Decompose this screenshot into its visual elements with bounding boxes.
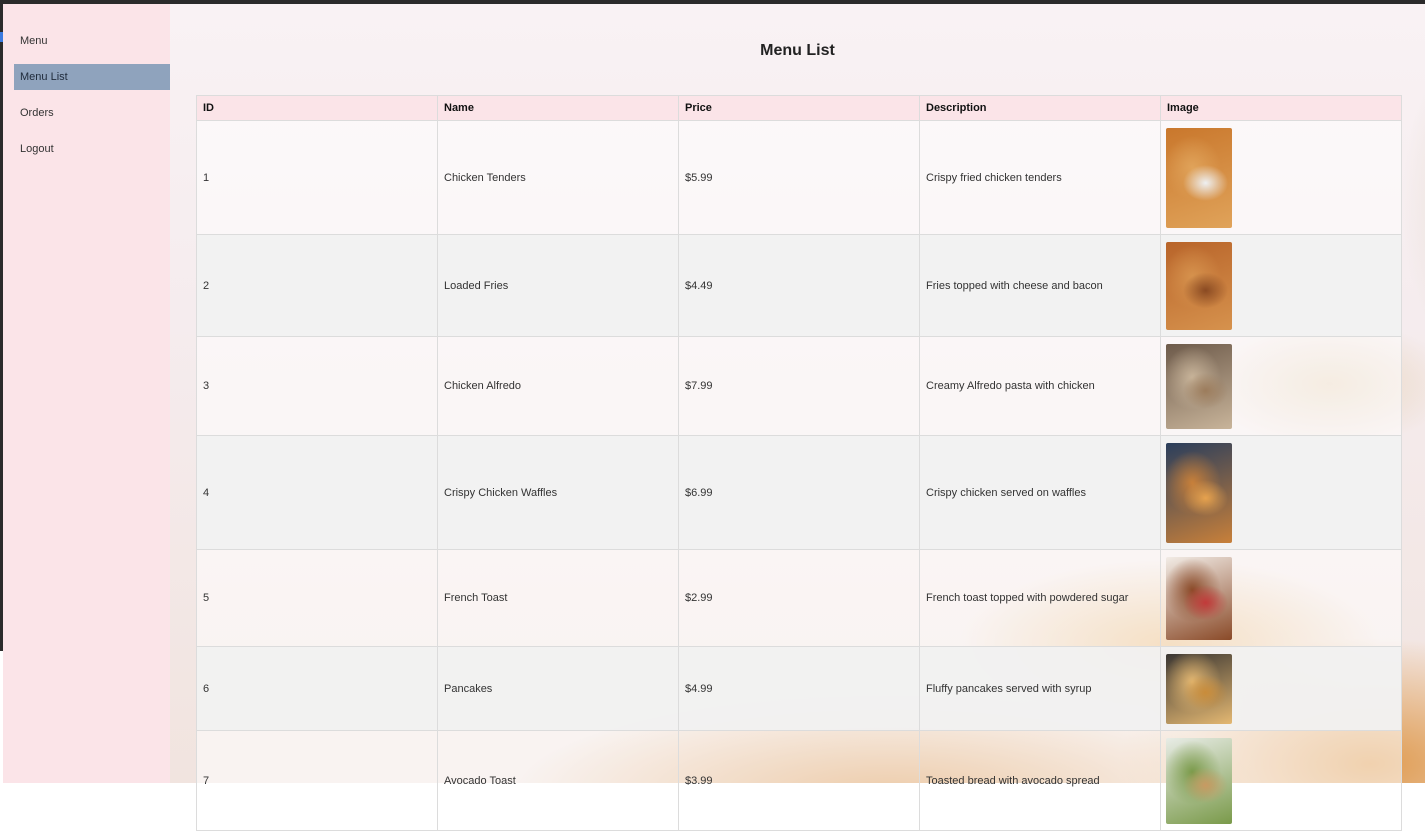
cell-description: Crispy chicken served on waffles [919, 435, 1161, 550]
cell-name: Avocado Toast [437, 730, 679, 831]
food-image [1166, 241, 1232, 330]
food-image [1166, 343, 1232, 429]
cell-name: Loaded Fries [437, 234, 679, 337]
cell-id: 6 [196, 646, 438, 731]
cell-image [1160, 646, 1402, 731]
column-header-price: Price [678, 95, 920, 121]
cell-image [1160, 234, 1402, 337]
cell-price: $4.49 [678, 234, 920, 337]
window-top-bar [0, 0, 1425, 4]
table-header-row: ID Name Price Description Image [196, 95, 1402, 121]
column-header-id: ID [196, 95, 438, 121]
table-row: 4 Crispy Chicken Waffles $6.99 Crispy chick… [196, 435, 1402, 550]
sidebar-item-logout[interactable]: Logout [14, 136, 170, 162]
cell-image [1160, 730, 1402, 831]
cell-id: 1 [196, 120, 438, 235]
cell-id: 3 [196, 336, 438, 436]
cell-price: $7.99 [678, 336, 920, 436]
cell-id: 2 [196, 234, 438, 337]
cell-name: Chicken Alfredo [437, 336, 679, 436]
column-header-image: Image [1160, 95, 1402, 121]
page-title: Menu List [760, 42, 835, 59]
cell-image [1160, 549, 1402, 647]
food-image [1166, 653, 1232, 724]
cell-description: Creamy Alfredo pasta with chicken [919, 336, 1161, 436]
cell-description: Toasted bread with avocado spread [919, 730, 1161, 831]
cell-description: Crispy fried chicken tenders [919, 120, 1161, 235]
cell-price: $3.99 [678, 730, 920, 831]
cell-description: French toast topped with powdered sugar [919, 549, 1161, 647]
sidebar: Menu Menu List Orders Logout [3, 4, 170, 783]
cell-name: Crispy Chicken Waffles [437, 435, 679, 550]
cell-description: Fluffy pancakes served with syrup [919, 646, 1161, 731]
cell-image [1160, 435, 1402, 550]
menu-table: ID Name Price Description Image 1 Chicken… [196, 95, 1402, 831]
sidebar-item-menu[interactable]: Menu [14, 28, 170, 54]
sidebar-nav: Menu Menu List Orders Logout [14, 28, 170, 172]
cell-image [1160, 336, 1402, 436]
cell-price: $4.99 [678, 646, 920, 731]
sidebar-item-orders[interactable]: Orders [14, 100, 170, 126]
food-image [1166, 737, 1232, 824]
table-row: 1 Chicken Tenders $5.99 Crispy fried chicke… [196, 120, 1402, 235]
cell-price: $2.99 [678, 549, 920, 647]
table-row: 3 Chicken Alfredo $7.99 Creamy Alfredo past… [196, 336, 1402, 436]
cell-name: Pancakes [437, 646, 679, 731]
table-row: 5 French Toast $2.99 French toast topped wi… [196, 549, 1402, 647]
table-row: 2 Loaded Fries $4.49 Fries topped with chee… [196, 234, 1402, 337]
table-row: 7 Avocado Toast $3.99 Toasted bread with av… [196, 730, 1402, 831]
table-row: 6 Pancakes $4.99 Fluffy pancakes served wit… [196, 646, 1402, 731]
column-header-name: Name [437, 95, 679, 121]
food-image [1166, 442, 1232, 543]
cell-description: Fries topped with cheese and bacon [919, 234, 1161, 337]
column-header-description: Description [919, 95, 1161, 121]
food-image [1166, 556, 1232, 640]
cell-name: French Toast [437, 549, 679, 647]
cell-id: 7 [196, 730, 438, 831]
cell-id: 5 [196, 549, 438, 647]
food-image [1166, 127, 1232, 228]
sidebar-item-menu-list[interactable]: Menu List [14, 64, 170, 90]
cell-price: $6.99 [678, 435, 920, 550]
cell-price: $5.99 [678, 120, 920, 235]
cell-name: Chicken Tenders [437, 120, 679, 235]
cell-image [1160, 120, 1402, 235]
cell-id: 4 [196, 435, 438, 550]
